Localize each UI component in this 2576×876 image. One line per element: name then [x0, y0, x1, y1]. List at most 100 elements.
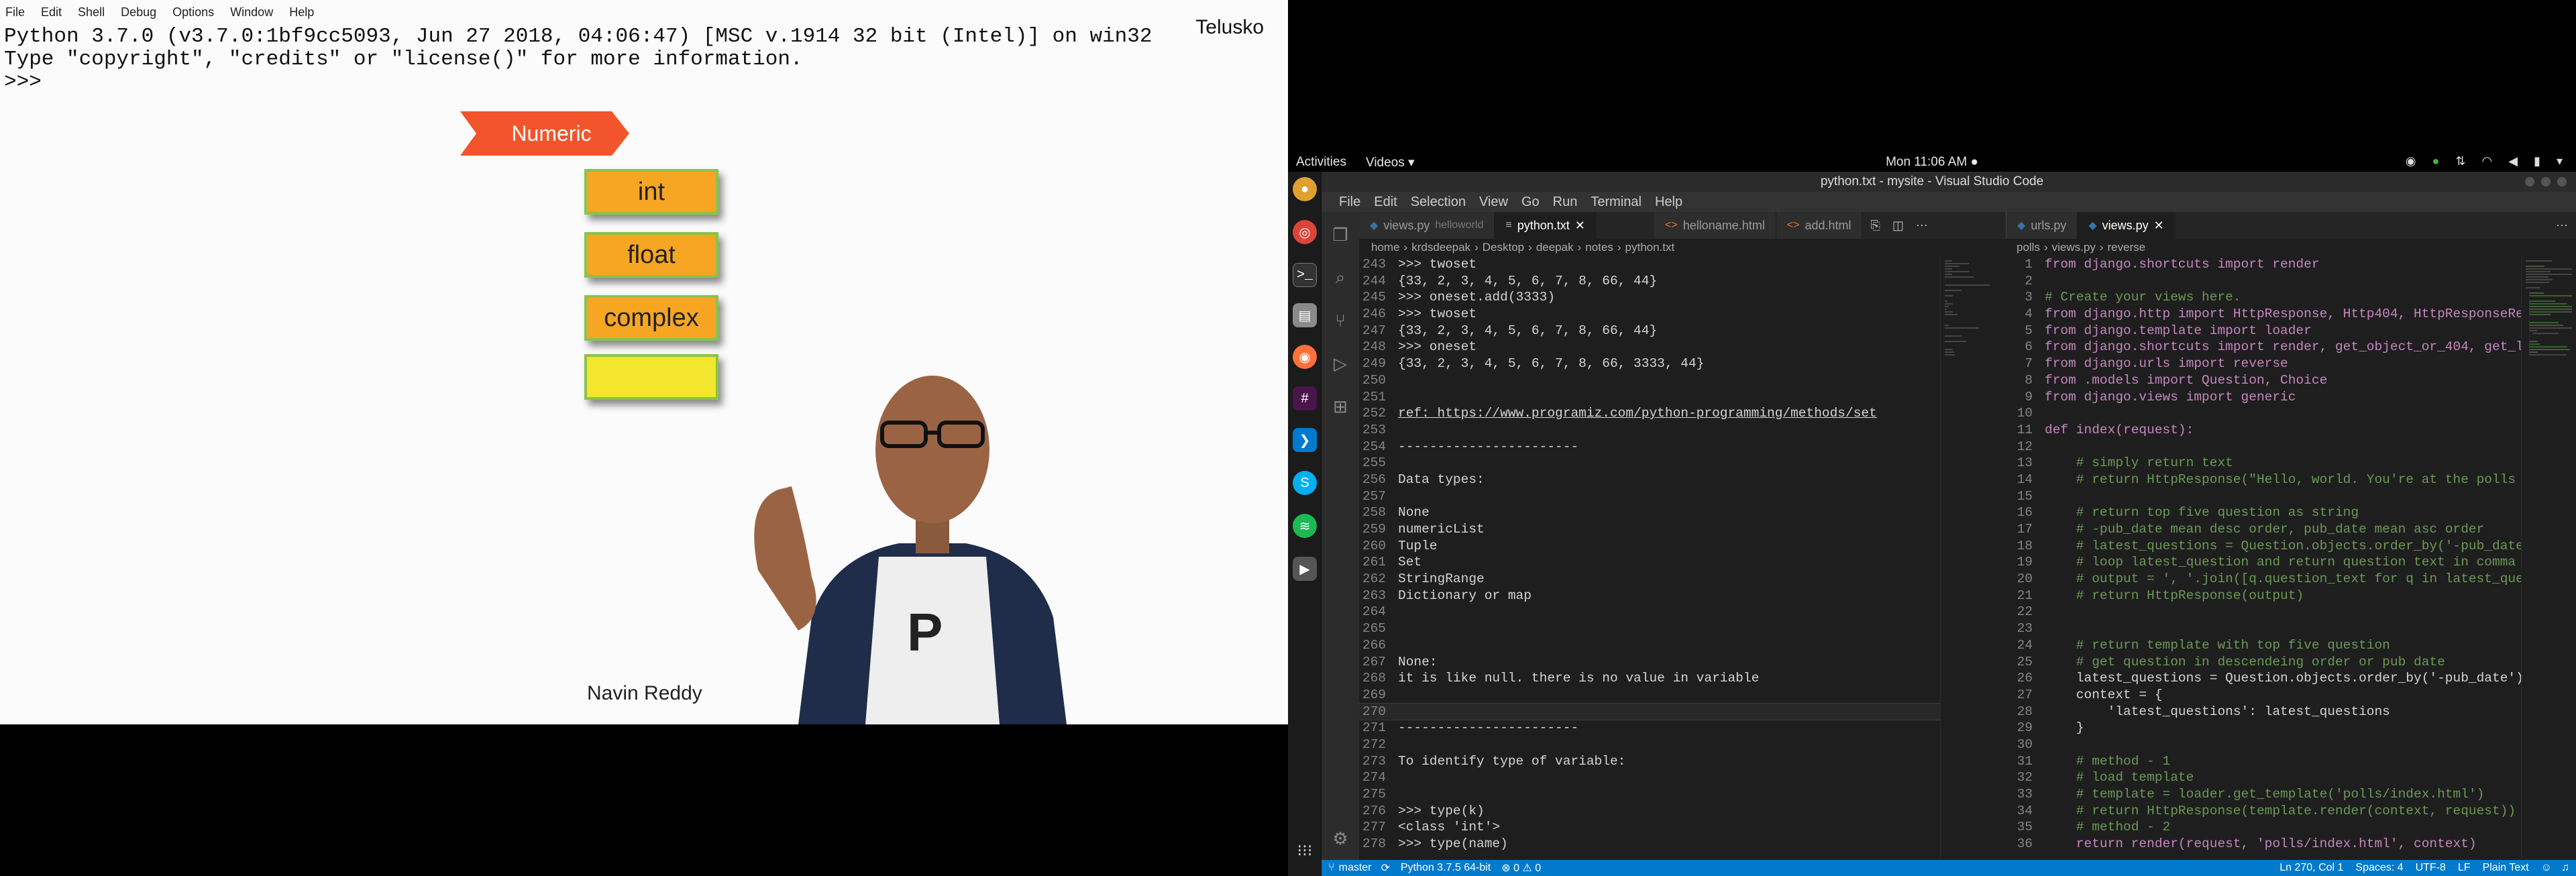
terminal-icon[interactable]: >_ — [1293, 263, 1317, 287]
breadcrumb-polls[interactable]: polls — [2017, 241, 2040, 254]
code-line[interactable]: 253 — [1359, 422, 1940, 439]
files-icon[interactable]: ▤ — [1293, 303, 1317, 327]
code-line[interactable]: 261 Set — [1359, 554, 1940, 571]
tab-views-py[interactable]: ◆ views.py ✕ — [2078, 212, 2176, 239]
status-spaces[interactable]: Spaces: 4 — [2355, 862, 2403, 874]
source-control-icon[interactable]: ⑂ — [1331, 311, 1350, 331]
code-line[interactable]: 3 # Create your views here. — [2006, 289, 2521, 306]
code-line[interactable]: 5 from django.template import loader — [2006, 323, 2521, 339]
code-line[interactable]: 248 >>> oneset — [1359, 339, 1940, 355]
code-line[interactable]: 23 — [2006, 620, 2521, 637]
code-line[interactable]: 256 Data types: — [1359, 472, 1940, 488]
code-line[interactable]: 271 ----------------------- — [1359, 720, 1940, 736]
code-line[interactable]: 245 >>> oneset.add(3333) — [1359, 289, 1940, 306]
code-line[interactable]: 278 >>> type(name) — [1359, 836, 1940, 853]
code-line[interactable]: 277 <class 'int'> — [1359, 819, 1940, 836]
code-line[interactable]: 30 — [2006, 736, 2521, 753]
code-line[interactable]: 250 — [1359, 372, 1940, 389]
breadcrumb-deepak[interactable]: deepak — [1536, 241, 1574, 254]
code-line[interactable]: 36 return render(request, 'polls/index.h… — [2006, 836, 2521, 853]
code-line[interactable]: 15 — [2006, 488, 2521, 505]
run-debug-icon[interactable]: ▷ — [1331, 353, 1350, 374]
code-line[interactable]: 2 — [2006, 273, 2521, 290]
right-minimap[interactable] — [2521, 256, 2576, 860]
code-line[interactable]: 8 from .models import Question, Choice — [2006, 372, 2521, 389]
code-line[interactable]: 11 def index(request): — [2006, 422, 2521, 439]
tab-views-helloworld[interactable]: ◆ views.py helloworld — [1359, 212, 1495, 239]
code-line[interactable]: 4 from django.http import HttpResponse, H… — [2006, 306, 2521, 323]
code-line[interactable]: 20 # output = ', '.join([q.question_text… — [2006, 571, 2521, 588]
code-line[interactable]: 262 StringRange — [1359, 571, 1940, 588]
clock[interactable]: Mon 11:06 AM ● — [1288, 155, 2576, 170]
vscode-icon[interactable]: ❯ — [1293, 428, 1317, 452]
sync-status-icon[interactable]: ⟳ — [1381, 861, 1390, 875]
accessibility-icon[interactable]: ◉ — [2406, 154, 2416, 168]
code-line[interactable]: 265 — [1359, 620, 1940, 637]
code-line[interactable]: 254 ----------------------- — [1359, 439, 1940, 455]
code-line[interactable]: 32 # load template — [2006, 769, 2521, 786]
menu-terminal[interactable]: Terminal — [1591, 195, 1642, 210]
search-icon[interactable]: ⌕ — [1331, 267, 1350, 287]
code-line[interactable]: 255 — [1359, 455, 1940, 472]
code-line[interactable]: 268 it is like null. there is no value in… — [1359, 670, 1940, 687]
menu-run[interactable]: Run — [1553, 195, 1578, 210]
menu-help[interactable]: Help — [1655, 195, 1682, 210]
code-line[interactable]: 246 >>> twoset — [1359, 306, 1940, 323]
more-actions-icon[interactable]: ⋯ — [1916, 219, 1928, 233]
code-line[interactable]: 27 context = { — [2006, 687, 2521, 704]
more-actions-icon[interactable]: ⋯ — [2556, 219, 2568, 233]
code-line[interactable]: 12 — [2006, 439, 2521, 455]
firefox-icon[interactable]: ◉ — [1293, 345, 1317, 369]
code-line[interactable]: 251 — [1359, 389, 1940, 406]
code-line[interactable]: 24 # return template with top five quest… — [2006, 637, 2521, 654]
code-line[interactable]: 22 — [2006, 604, 2521, 620]
extensions-icon[interactable]: ⊞ — [1331, 396, 1350, 417]
menu-file[interactable]: File — [1339, 195, 1360, 210]
breadcrumb-file[interactable]: python.txt — [1625, 241, 1675, 254]
breadcrumb-views[interactable]: views.py — [2052, 241, 2096, 254]
code-line[interactable]: 274 — [1359, 769, 1940, 786]
battery-icon[interactable]: ▮ — [2534, 154, 2540, 168]
tab-helloname-html[interactable]: <> helloname.html — [1654, 212, 1776, 239]
breadcrumb-user[interactable]: krdsdeepak — [1411, 241, 1470, 254]
left-minimap[interactable] — [1940, 256, 2006, 860]
system-tray[interactable]: ◉ ● ⇅ ◠ ◀ ▮ ▾ — [2406, 154, 2563, 168]
code-line[interactable]: 273 To identify type of variable: — [1359, 753, 1940, 770]
code-line[interactable]: 13 # simply return text — [2006, 455, 2521, 472]
chrome-icon[interactable]: ◎ — [1293, 220, 1317, 244]
code-line[interactable]: 7 from django.urls import reverse — [2006, 355, 2521, 372]
code-line[interactable]: 259 numericList — [1359, 521, 1940, 538]
code-line[interactable]: 260 Tuple — [1359, 538, 1940, 555]
code-line[interactable]: 19 # loop latest_question and return que… — [2006, 554, 2521, 571]
breadcrumb-notes[interactable]: notes — [1585, 241, 1613, 254]
code-line[interactable]: 264 — [1359, 604, 1940, 620]
status-branch[interactable]: master — [1339, 862, 1372, 874]
code-line[interactable]: 252 ref: https://www.programiz.com/python… — [1359, 405, 1940, 422]
code-line[interactable]: 249 {33, 2, 3, 4, 5, 6, 7, 8, 66, 3333, 4… — [1359, 355, 1940, 372]
minimize-button[interactable] — [2525, 177, 2534, 186]
breadcrumb-symbol[interactable]: reverse — [2108, 241, 2146, 254]
code-line[interactable]: 267 None: — [1359, 654, 1940, 671]
spotify-icon[interactable]: ≋ — [1293, 514, 1317, 538]
code-line[interactable]: 272 — [1359, 736, 1940, 753]
gear-icon[interactable]: ⚙ — [1331, 828, 1350, 848]
status-eol[interactable]: LF — [2458, 862, 2471, 874]
code-line[interactable]: 257 — [1359, 488, 1940, 505]
network-icon[interactable]: ⇅ — [2455, 154, 2465, 168]
close-button[interactable] — [2557, 177, 2567, 186]
code-line[interactable]: 9 from django.views import generic — [2006, 389, 2521, 406]
slack-icon[interactable]: # — [1293, 386, 1317, 410]
code-line[interactable]: 275 — [1359, 786, 1940, 803]
code-line[interactable]: 17 # -pub_date mean desc order, pub_date… — [2006, 521, 2521, 538]
tab-urls-py[interactable]: ◆ urls.py — [2006, 212, 2078, 239]
video-player-icon[interactable]: ▶ — [1293, 557, 1317, 581]
code-line[interactable]: 16 # return top five question as string — [2006, 504, 2521, 521]
code-line[interactable]: 34 # return HttpResponse(template.render… — [2006, 803, 2521, 820]
status-position[interactable]: Ln 270, Col 1 — [2279, 862, 2343, 874]
maximize-button[interactable] — [2541, 177, 2551, 186]
explorer-icon[interactable]: ❐ — [1331, 225, 1350, 245]
breadcrumb-desktop[interactable]: Desktop — [1483, 241, 1524, 254]
code-line[interactable]: 243 >>> twoset — [1359, 256, 1940, 273]
notifications-icon[interactable]: ♫ — [2561, 862, 2569, 874]
tab-python-txt[interactable]: ≡ python.txt ✕ — [1495, 212, 1597, 239]
